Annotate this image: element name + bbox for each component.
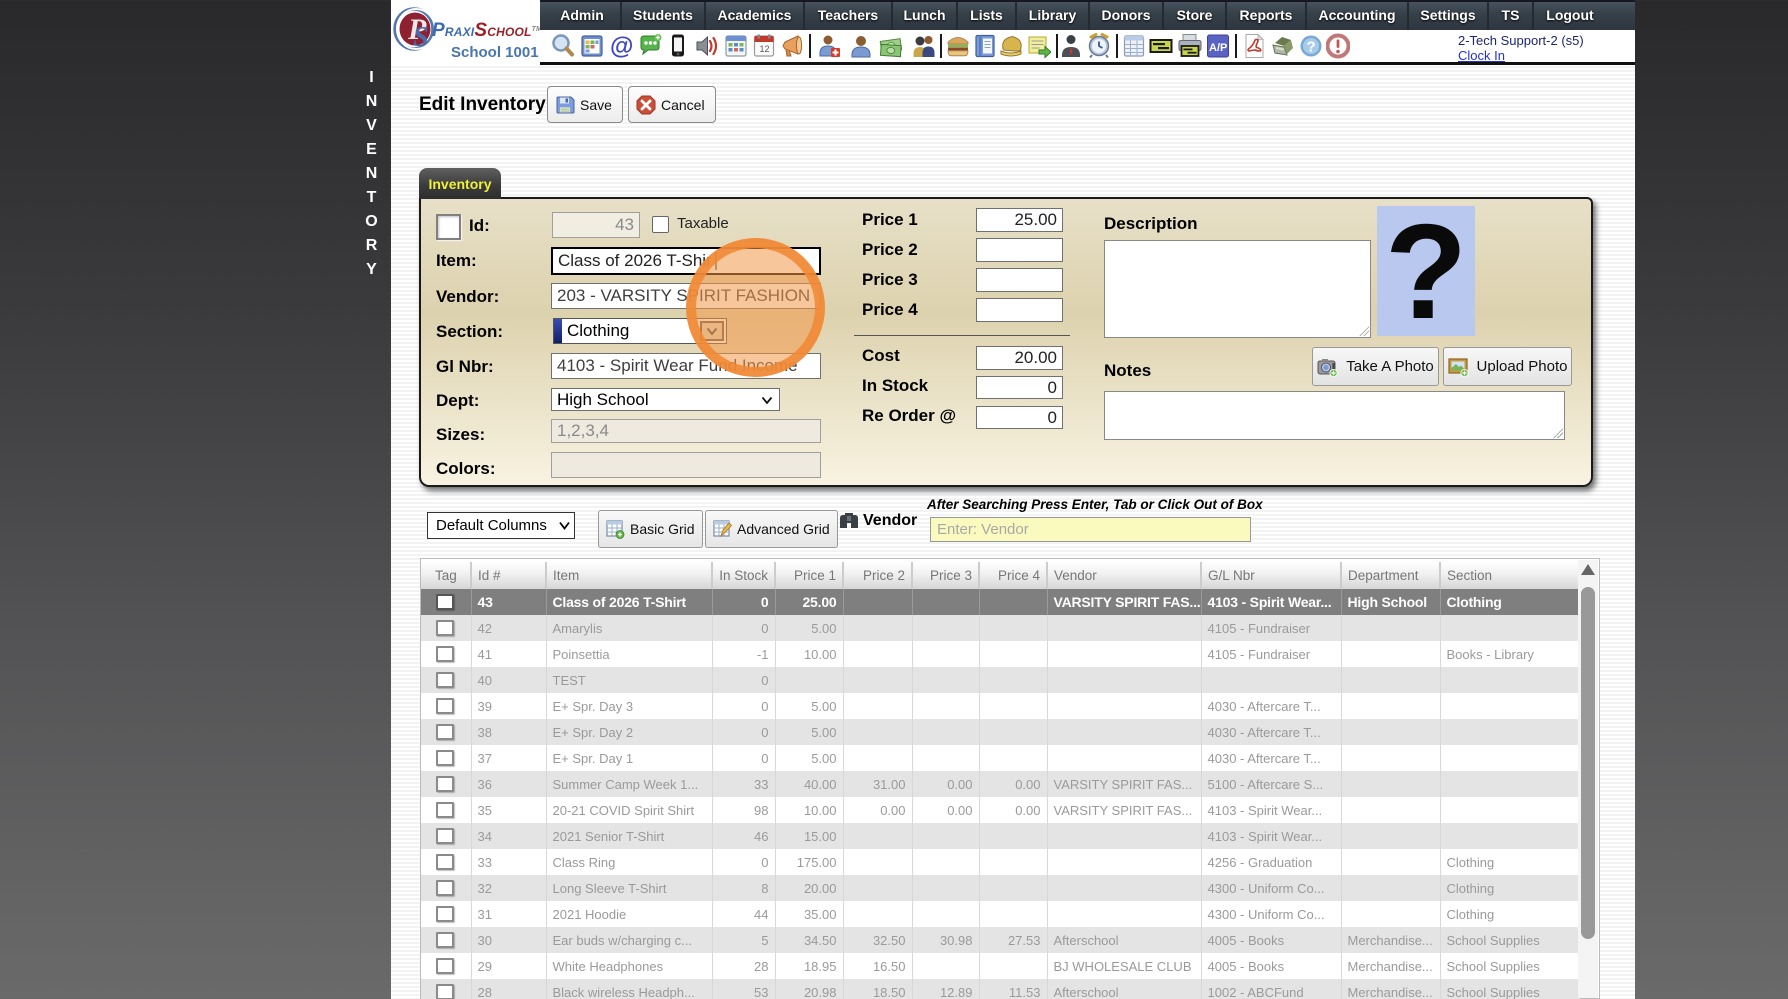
svg-text:12: 12 bbox=[760, 44, 770, 54]
svg-text:@: @ bbox=[610, 33, 633, 59]
svg-text:S: S bbox=[413, 22, 429, 53]
svg-text:A/P: A/P bbox=[1209, 42, 1227, 54]
svg-text:?: ? bbox=[1307, 39, 1316, 56]
